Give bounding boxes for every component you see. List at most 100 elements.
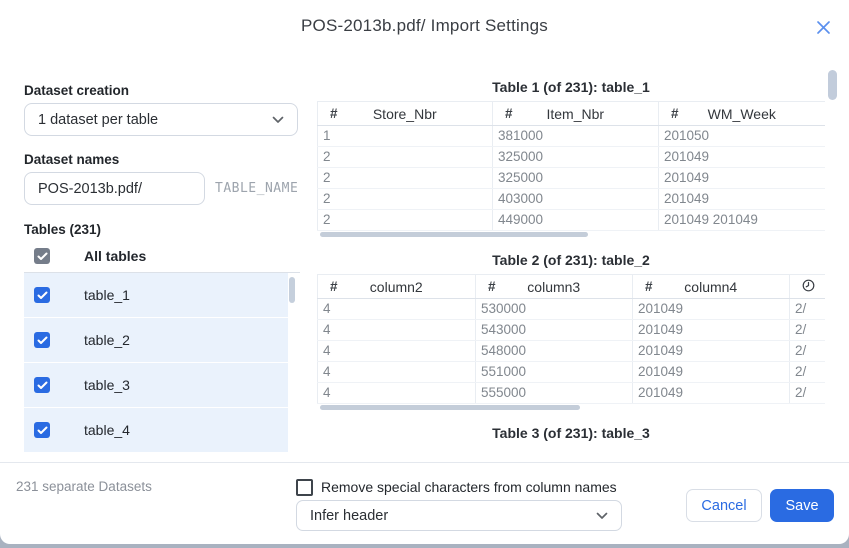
table-cell: 201049 [658, 189, 825, 209]
column-header[interactable]: # Store_Nbr [317, 102, 492, 125]
column-name: Item_Nbr [546, 105, 605, 122]
table-row: 4 543000 201049 2/ [317, 320, 825, 341]
table-cell: 201049 201049 [658, 210, 825, 230]
table-cell: 548000 [475, 341, 632, 361]
header-mode-select[interactable]: Infer header [296, 500, 622, 531]
datasets-summary: 231 separate Datasets [16, 479, 152, 494]
table-cell: 449000 [492, 210, 658, 230]
scrollbar-thumb[interactable] [828, 70, 837, 100]
column-name: column2 [369, 278, 423, 295]
column-header[interactable]: # column3 [475, 275, 632, 298]
table-1-hscrollbar[interactable] [320, 232, 588, 237]
table-row-table-4[interactable]: table_4 [24, 408, 288, 452]
table-cell: 2 [317, 147, 492, 167]
table-cell: 4 [317, 320, 475, 340]
table-3-checkbox[interactable] [34, 377, 50, 393]
table-cell: 1 [317, 126, 492, 146]
checkmark-icon [37, 252, 47, 260]
table-cell: 4 [317, 362, 475, 382]
table-row-table-3[interactable]: table_3 [24, 363, 288, 407]
remove-special-chars-checkbox[interactable] [296, 479, 313, 496]
table-cell: 2 [317, 189, 492, 209]
table-row: 4 551000 201049 2/ [317, 362, 825, 383]
dataset-name-input[interactable] [25, 180, 204, 197]
table-2-hscrollbar[interactable] [320, 405, 580, 410]
chevron-down-icon [596, 512, 608, 520]
table-row: 4 555000 201049 2/ [317, 383, 825, 404]
dataset-names-label: Dataset names [24, 152, 120, 167]
all-tables-checkbox[interactable] [34, 248, 50, 264]
column-name: WM_Week [707, 105, 776, 122]
table-cell: 530000 [475, 299, 632, 319]
table-cell: 2 [317, 210, 492, 230]
column-header[interactable]: # WM_Week [658, 102, 825, 125]
table-1-checkbox[interactable] [34, 287, 50, 303]
cancel-button[interactable]: Cancel [686, 489, 762, 522]
checkmark-icon [37, 336, 47, 344]
header-mode-value: Infer header [310, 507, 389, 524]
numeric-type-icon: # [505, 105, 513, 121]
chevron-down-icon [272, 116, 284, 124]
table-cell: 201049 [658, 147, 825, 167]
numeric-type-icon: # [671, 105, 679, 121]
table-cell: 4 [317, 299, 475, 319]
table-row-table-1[interactable]: table_1 [24, 273, 288, 317]
checkmark-icon [37, 381, 47, 389]
column-header[interactable]: # column2 [317, 275, 475, 298]
column-header[interactable]: # Item_Nbr [492, 102, 658, 125]
table-row-label: table_1 [84, 287, 130, 303]
table-row: 2 325000 201049 [317, 168, 825, 189]
numeric-type-icon: # [645, 278, 653, 294]
close-icon[interactable] [813, 17, 833, 37]
table-row: 1 381000 201050 [317, 126, 825, 147]
table-row-label: table_4 [84, 422, 130, 438]
checkmark-icon [37, 291, 47, 299]
table-row-label: table_3 [84, 377, 130, 393]
table-row: 4 530000 201049 2/ [317, 299, 825, 320]
column-header[interactable] [789, 275, 825, 298]
column-header[interactable]: # column4 [632, 275, 789, 298]
preview-scrollbar[interactable] [828, 68, 837, 454]
table-cell: 201049 [632, 383, 789, 403]
table-cell: 325000 [492, 168, 658, 188]
remove-special-chars-label: Remove special characters from column na… [321, 479, 617, 495]
table-cell: 2/ [789, 362, 825, 382]
dataset-creation-value: 1 dataset per table [38, 111, 159, 128]
dataset-creation-select[interactable]: 1 dataset per table [24, 103, 298, 136]
table-row: 2 403000 201049 [317, 189, 825, 210]
table-cell: 2/ [789, 383, 825, 403]
table-cell: 403000 [492, 189, 658, 209]
table-cell: 4 [317, 383, 475, 403]
table-header-row: # Store_Nbr # Item_Nbr # WM_Week [317, 101, 825, 126]
table-cell: 201050 [658, 126, 825, 146]
datetime-clock-icon [802, 279, 815, 295]
dataset-name-field-wrap [24, 172, 205, 205]
scrollbar-thumb[interactable] [289, 277, 295, 303]
table-row-table-2[interactable]: table_2 [24, 318, 288, 362]
preview-table-1-title: Table 1 (of 231): table_1 [492, 79, 650, 95]
table-2-checkbox[interactable] [34, 332, 50, 348]
table-row: 2 449000 201049 201049 [317, 210, 825, 231]
all-tables-row[interactable]: All tables [24, 241, 288, 271]
table-header-row: # column2 # column3 # column4 [317, 274, 825, 299]
column-name: Store_Nbr [372, 105, 437, 122]
dialog-title: POS-2013b.pdf/ Import Settings [301, 16, 548, 35]
tables-list-scrollbar[interactable] [289, 277, 295, 449]
table-row: 4 548000 201049 2/ [317, 341, 825, 362]
table-cell: 325000 [492, 147, 658, 167]
table-cell: 201049 [658, 168, 825, 188]
tables-list: table_1 table_2 table_3 table_4 [24, 273, 288, 453]
import-settings-dialog: POS-2013b.pdf/ Import Settings Dataset c… [0, 0, 849, 544]
preview-table-2-title: Table 2 (of 231): table_2 [492, 252, 650, 268]
table-4-checkbox[interactable] [34, 422, 50, 438]
numeric-type-icon: # [488, 278, 496, 294]
table-cell: 201049 [632, 299, 789, 319]
save-button[interactable]: Save [770, 489, 834, 522]
column-name: column4 [684, 278, 738, 295]
table-cell: 2/ [789, 299, 825, 319]
table-cell: 201049 [632, 320, 789, 340]
table-cell: 201049 [632, 362, 789, 382]
column-name: column3 [527, 278, 581, 295]
table-cell: 4 [317, 341, 475, 361]
table-row: 2 325000 201049 [317, 147, 825, 168]
